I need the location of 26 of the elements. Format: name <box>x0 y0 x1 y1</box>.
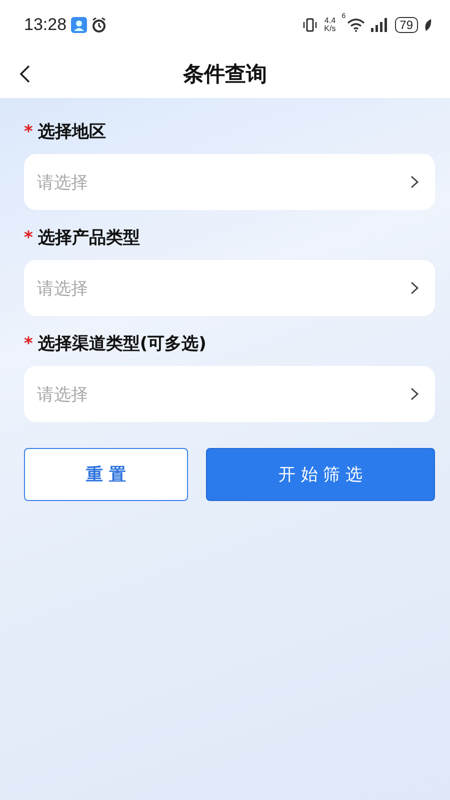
chevron-right-icon <box>410 175 419 189</box>
select-field[interactable]: 请选择 <box>24 154 435 210</box>
filter-button[interactable]: 开 始 筛 选 <box>206 448 435 501</box>
status-time: 13:28 <box>24 15 67 35</box>
field-label: 选择地区 <box>38 121 106 143</box>
battery-level: 79 <box>394 17 418 33</box>
required-mark: * <box>24 122 33 142</box>
back-icon <box>18 64 32 84</box>
chevron-right-icon <box>410 281 419 295</box>
reset-button[interactable]: 重 置 <box>24 448 188 501</box>
signal-icon <box>370 18 389 32</box>
net-speed-unit: K/s <box>324 25 336 33</box>
required-mark: * <box>24 228 33 248</box>
required-mark: * <box>24 334 33 354</box>
field-label: 选择渠道类型(可多选) <box>38 333 206 355</box>
alarm-icon <box>90 17 107 33</box>
select-field[interactable]: 请选择 <box>24 366 435 422</box>
page-title: 条件查询 <box>183 61 267 88</box>
vibrate-icon <box>302 18 318 32</box>
select-field[interactable]: 请选择 <box>24 260 435 316</box>
leaf-icon <box>424 19 432 31</box>
app-icon <box>70 17 87 33</box>
field-label: 选择产品类型 <box>38 227 140 249</box>
net-speed-value: 4.4 <box>324 17 336 25</box>
wifi-icon <box>346 18 365 32</box>
chevron-right-icon <box>410 387 419 401</box>
